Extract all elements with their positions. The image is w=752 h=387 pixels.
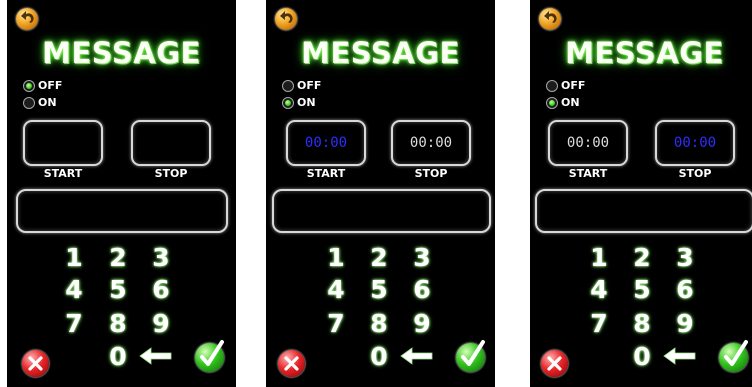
key-6[interactable]: 6	[670, 276, 700, 304]
key-9[interactable]: 9	[670, 310, 700, 338]
message-field[interactable]	[535, 189, 752, 233]
key-9[interactable]: 9	[407, 310, 437, 338]
key-5[interactable]: 5	[627, 276, 657, 304]
radio-off-label: OFF	[297, 79, 322, 92]
radio-off[interactable]: OFF	[23, 79, 62, 92]
radio-off[interactable]: OFF	[282, 79, 321, 92]
checkmark-icon	[461, 340, 485, 366]
back-arrow-icon	[21, 11, 34, 23]
radio-on[interactable]: ON	[23, 96, 57, 109]
radio-off-label: OFF	[561, 79, 586, 92]
start-label: START	[568, 167, 608, 180]
radio-on-indicator[interactable]	[282, 96, 294, 109]
page-title: MESSAGE	[565, 36, 724, 70]
radio-on-indicator[interactable]	[23, 96, 35, 109]
key-3[interactable]: 3	[407, 244, 437, 272]
key-0[interactable]: 0	[627, 343, 657, 371]
back-arrow-icon	[544, 11, 557, 23]
radio-off-indicator[interactable]	[282, 79, 294, 92]
backspace-button[interactable]	[662, 346, 698, 371]
cancel-button[interactable]	[278, 350, 305, 377]
key-7[interactable]: 7	[59, 310, 89, 338]
confirm-button[interactable]	[456, 340, 485, 372]
backspace-button[interactable]	[399, 346, 435, 371]
key-1[interactable]: 1	[321, 244, 351, 272]
stop-label: STOP	[678, 167, 712, 180]
stop-time-field[interactable]: 00:00	[655, 120, 735, 166]
screen-1: MESSAGE OFF ON START STOP 1 2 3 4 5 6 7 …	[7, 0, 236, 387]
cancel-x-icon	[284, 356, 299, 371]
key-7[interactable]: 7	[321, 310, 351, 338]
radio-off-label: OFF	[38, 79, 63, 92]
start-label: START	[43, 167, 83, 180]
key-8[interactable]: 8	[103, 310, 133, 338]
message-field[interactable]	[272, 189, 491, 233]
key-1[interactable]: 1	[59, 244, 89, 272]
back-button[interactable]	[275, 8, 297, 30]
cancel-x-icon	[28, 356, 43, 371]
radio-on[interactable]: ON	[546, 96, 580, 109]
radio-off-indicator[interactable]	[546, 79, 558, 92]
key-3[interactable]: 3	[146, 244, 176, 272]
backspace-arrow-icon	[663, 347, 696, 365]
radio-on-label: ON	[297, 96, 316, 109]
message-field[interactable]	[16, 189, 228, 233]
key-2[interactable]: 2	[103, 244, 133, 272]
key-8[interactable]: 8	[627, 310, 657, 338]
radio-on-label: ON	[38, 96, 57, 109]
confirm-button[interactable]	[195, 340, 224, 372]
cancel-button[interactable]	[22, 350, 49, 377]
radio-on-indicator[interactable]	[546, 96, 558, 109]
start-time-field[interactable]	[23, 120, 103, 166]
radio-on-label: ON	[561, 96, 580, 109]
radio-on[interactable]: ON	[282, 96, 316, 109]
stop-time-field[interactable]: 00:00	[391, 120, 471, 166]
screen-2: MESSAGE OFF ON 00:00 00:00 START STOP 1 …	[266, 0, 495, 387]
cancel-x-icon	[547, 356, 562, 371]
stop-label: STOP	[154, 167, 188, 180]
screen-3: MESSAGE OFF ON 00:00 00:00 START STOP 1 …	[530, 0, 752, 387]
page-title: MESSAGE	[301, 36, 460, 70]
start-label: START	[306, 167, 346, 180]
key-0[interactable]: 0	[364, 343, 394, 371]
checkmark-icon	[200, 340, 224, 366]
key-4[interactable]: 4	[59, 276, 89, 304]
backspace-button[interactable]	[138, 346, 174, 371]
radio-off-indicator[interactable]	[23, 79, 35, 92]
radio-off[interactable]: OFF	[546, 79, 585, 92]
start-time-field[interactable]: 00:00	[286, 120, 366, 166]
key-4[interactable]: 4	[584, 276, 614, 304]
key-7[interactable]: 7	[584, 310, 614, 338]
key-5[interactable]: 5	[103, 276, 133, 304]
backspace-arrow-icon	[400, 347, 433, 365]
key-4[interactable]: 4	[321, 276, 351, 304]
back-arrow-icon	[280, 11, 293, 23]
checkmark-icon	[724, 340, 748, 366]
key-2[interactable]: 2	[627, 244, 657, 272]
back-button[interactable]	[539, 8, 561, 30]
key-6[interactable]: 6	[407, 276, 437, 304]
key-6[interactable]: 6	[146, 276, 176, 304]
stop-label: STOP	[414, 167, 448, 180]
start-time-field[interactable]: 00:00	[548, 120, 628, 166]
key-0[interactable]: 0	[103, 343, 133, 371]
key-2[interactable]: 2	[364, 244, 394, 272]
stop-time-field[interactable]	[131, 120, 211, 166]
key-8[interactable]: 8	[364, 310, 394, 338]
confirm-button[interactable]	[719, 340, 748, 372]
backspace-arrow-icon	[139, 347, 172, 365]
key-3[interactable]: 3	[670, 244, 700, 272]
key-5[interactable]: 5	[364, 276, 394, 304]
back-button[interactable]	[16, 8, 38, 30]
page-title: MESSAGE	[42, 36, 201, 70]
key-1[interactable]: 1	[584, 244, 614, 272]
cancel-button[interactable]	[541, 350, 568, 377]
key-9[interactable]: 9	[146, 310, 176, 338]
